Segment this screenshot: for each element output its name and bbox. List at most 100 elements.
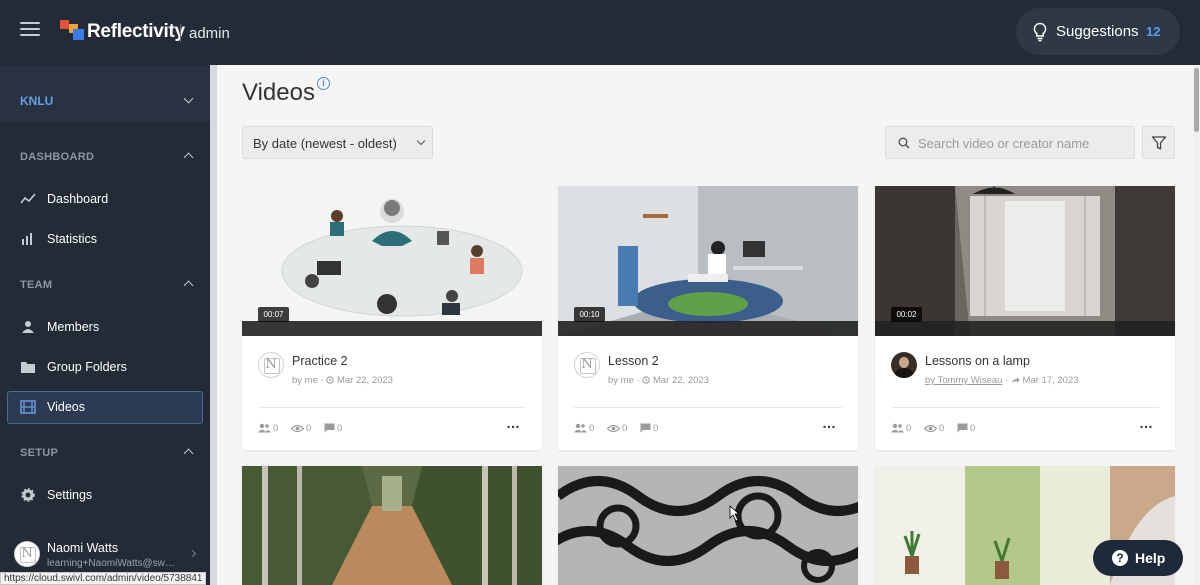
chevron-up-icon[interactable]: [183, 152, 194, 163]
search-input[interactable]: [918, 133, 1128, 153]
comments-count: 0: [970, 423, 976, 434]
user-email: learning+NaomiWatts@swi...: [47, 558, 175, 569]
members-stat: 0: [891, 423, 911, 434]
comments-count: 0: [653, 423, 659, 434]
org-name: KNLU: [20, 94, 54, 108]
eye-icon: [606, 424, 621, 433]
video-card[interactable]: 00:07 N Practice 2 by me · Mar 22, 2023 …: [242, 186, 542, 450]
card-divider: [891, 407, 1159, 408]
main-scrollbar[interactable]: [1193, 65, 1200, 585]
comment-icon: [957, 423, 968, 433]
people-icon: [258, 423, 271, 433]
video-date: Mar 17, 2023: [1022, 375, 1079, 386]
chevron-right-icon: [188, 549, 197, 558]
members-count: 0: [589, 423, 595, 434]
video-card[interactable]: 00:02 Lessons on a lamp by Tommy Wiseau …: [875, 186, 1175, 450]
suggestions-label: Suggestions: [1056, 23, 1139, 40]
org-selector[interactable]: KNLU: [0, 65, 210, 121]
comment-icon: [324, 423, 335, 433]
sidebar-scrollbar[interactable]: [210, 65, 217, 585]
sidebar-item-group-folders[interactable]: Group Folders: [7, 351, 203, 384]
video-date: Mar 22, 2023: [652, 375, 709, 386]
brand-name: Reflectivity: [87, 21, 185, 42]
search-field[interactable]: [885, 126, 1135, 159]
video-creator-link[interactable]: by Tommy Wiseau: [925, 375, 1002, 386]
filter-button[interactable]: [1142, 126, 1175, 159]
comments-stat: 0: [957, 423, 975, 434]
video-thumbnail[interactable]: 00:07: [242, 186, 542, 336]
sidebar-item-dashboard[interactable]: Dashboard: [7, 183, 203, 216]
video-thumbnail[interactable]: 00:02: [875, 186, 1175, 336]
sidebar-item-label: Dashboard: [47, 192, 109, 206]
video-creator: by me: [608, 375, 634, 386]
main-scrollbar-thumb[interactable]: [1194, 68, 1199, 132]
film-icon: [20, 400, 36, 414]
main-content: Videos i By date (newest - oldest) Searc…: [217, 65, 1193, 585]
comment-icon: [640, 423, 651, 433]
section-team-label[interactable]: TEAM: [20, 279, 52, 291]
members-count: 0: [273, 423, 279, 434]
chevron-up-icon[interactable]: [183, 448, 194, 459]
chevron-down-icon: [183, 93, 194, 104]
help-button[interactable]: ? Help: [1093, 540, 1183, 576]
more-options-icon[interactable]: …: [1139, 416, 1153, 433]
sidebar-item-settings[interactable]: Settings: [7, 479, 203, 512]
video-duration: 00:02: [891, 307, 922, 322]
views-count: 0: [622, 423, 628, 434]
card-divider: [258, 407, 526, 408]
sidebar-item-videos[interactable]: Videos: [7, 391, 203, 424]
sort-dropdown[interactable]: By date (newest - oldest): [242, 126, 433, 159]
more-options-icon[interactable]: …: [506, 416, 520, 433]
person-icon: [22, 321, 34, 333]
status-url-tooltip: https://cloud.swivl.com/admin/video/5738…: [0, 572, 207, 585]
lightbulb-icon: [1033, 22, 1047, 42]
views-stat: 0: [923, 423, 945, 434]
sidebar-item-label: Members: [47, 320, 100, 334]
hamburger-menu-icon[interactable]: [20, 22, 40, 42]
sidebar-item-label: Statistics: [47, 232, 98, 246]
brand-divider: [180, 24, 181, 42]
more-options-icon[interactable]: …: [822, 416, 836, 433]
video-card[interactable]: 00:10 N Lesson 2 by me · Mar 22, 2023 0 …: [558, 186, 858, 450]
video-thumbnail-image[interactable]: [545, 466, 881, 585]
video-title[interactable]: Lesson 2: [608, 354, 659, 368]
sidebar-item-statistics[interactable]: Statistics: [7, 223, 203, 256]
video-thumbnail-image[interactable]: [242, 466, 542, 585]
sidebar-item-members[interactable]: Members: [7, 311, 203, 344]
sidebar-item-label: Group Folders: [47, 360, 127, 374]
avatar: N: [14, 541, 40, 567]
clock-icon: [642, 376, 651, 384]
filter-icon: [1151, 136, 1167, 150]
video-date: Mar 22, 2023: [336, 375, 393, 386]
eye-icon: [923, 424, 938, 433]
eye-icon: [290, 424, 305, 433]
info-icon[interactable]: i: [317, 77, 330, 90]
section-setup-label[interactable]: SETUP: [20, 447, 58, 459]
people-icon: [891, 423, 904, 433]
avatar: N: [574, 352, 600, 378]
comments-stat: 0: [324, 423, 342, 434]
chevron-up-icon[interactable]: [183, 280, 194, 291]
user-name: Naomi Watts: [47, 541, 119, 555]
views-count: 0: [939, 423, 945, 434]
search-icon: [898, 137, 910, 149]
suggestions-button[interactable]: Suggestions 12: [1016, 8, 1180, 55]
reflectivity-logo-icon[interactable]: [60, 20, 84, 44]
video-card[interactable]: [545, 466, 881, 585]
folder-icon: [21, 362, 35, 373]
views-stat: 0: [290, 423, 311, 434]
share-arrow-icon: [1011, 377, 1020, 383]
top-bar: Reflectivity admin Suggestions 12: [0, 0, 1200, 65]
brand-admin-label: admin: [189, 25, 230, 42]
video-title[interactable]: Lessons on a lamp: [925, 354, 1030, 368]
section-dashboard-label[interactable]: DASHBOARD: [20, 151, 94, 163]
video-title[interactable]: Practice 2: [292, 354, 348, 368]
video-thumbnail[interactable]: 00:10: [558, 186, 858, 336]
members-count: 0: [906, 423, 912, 434]
sidebar: KNLU DASHBOARD Dashboard Statistics TEAM…: [0, 65, 210, 585]
video-creator: by me: [292, 375, 318, 386]
suggestions-count-badge: 12: [1146, 24, 1161, 39]
avatar: N: [258, 352, 284, 378]
video-card[interactable]: [242, 466, 542, 585]
sort-selected-value: By date (newest - oldest): [253, 136, 397, 151]
